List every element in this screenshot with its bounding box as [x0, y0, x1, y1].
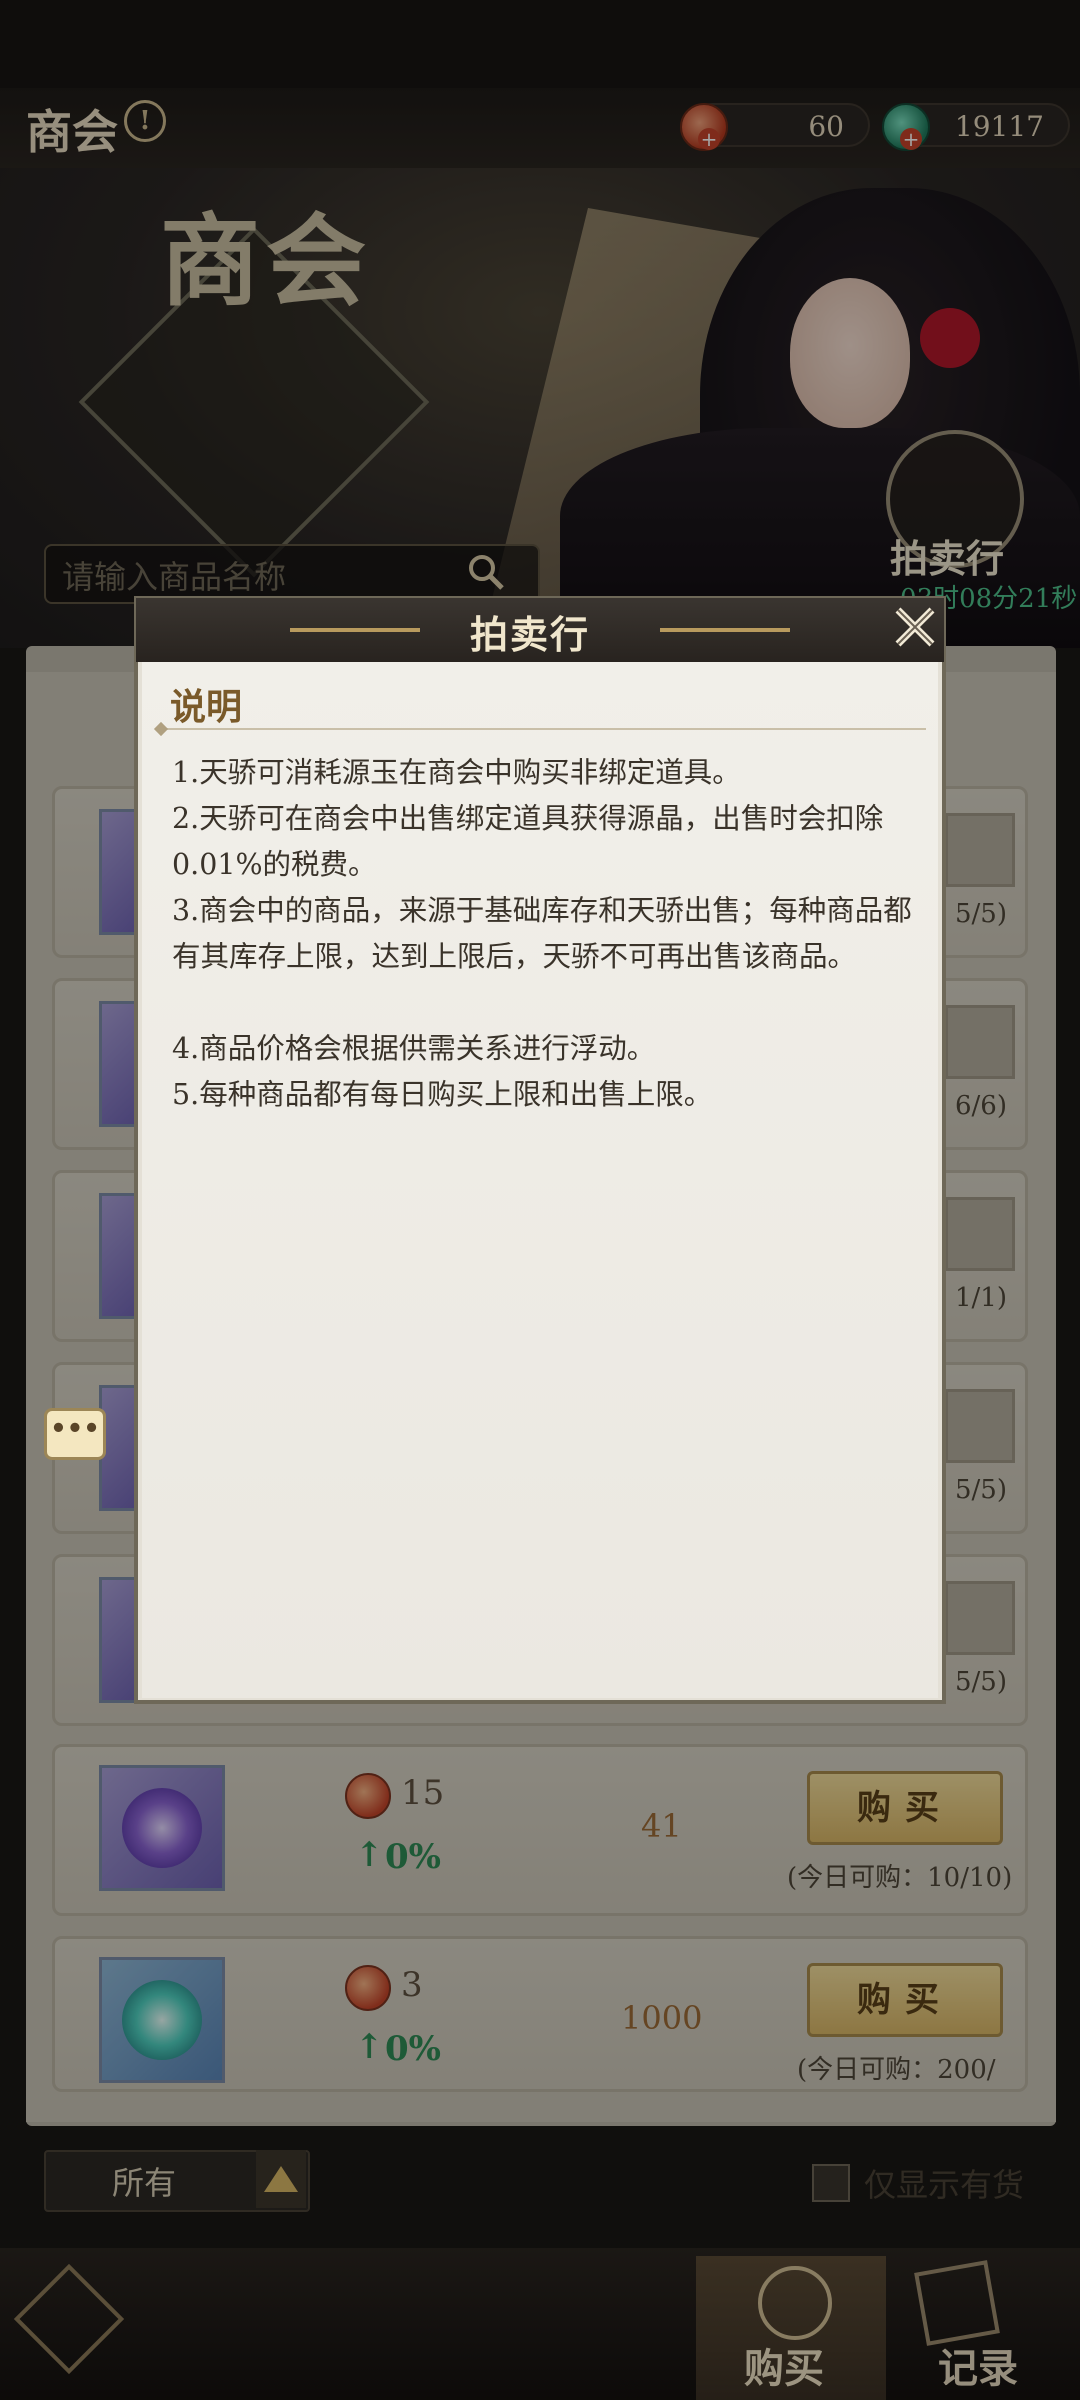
close-icon[interactable] — [888, 600, 942, 654]
rule-item: 4.商品价格会根据供需关系进行浮动。 — [172, 1032, 656, 1065]
header-ornament-left — [290, 628, 420, 632]
section-title: 说明 — [170, 686, 243, 728]
rule-item: 3.商会中的商品，来源于基础库存和天骄出售；每种商品都有其库存上限，达到上限后，… — [172, 894, 912, 973]
section-divider — [160, 728, 926, 730]
modal-title: 拍卖行 — [470, 612, 591, 657]
rule-item: 1.天骄可消耗源玉在商会中购买非绑定道具。 — [172, 756, 741, 789]
header-ornament-right — [660, 628, 790, 632]
chat-bubble-icon[interactable]: ••• — [44, 1408, 106, 1460]
rule-item: 2.天骄可在商会中出售绑定道具获得源晶，出售时会扣除0.01%的税费。 — [172, 802, 884, 881]
rule-item: 5.每种商品都有每日购买上限和出售上限。 — [172, 1078, 713, 1111]
